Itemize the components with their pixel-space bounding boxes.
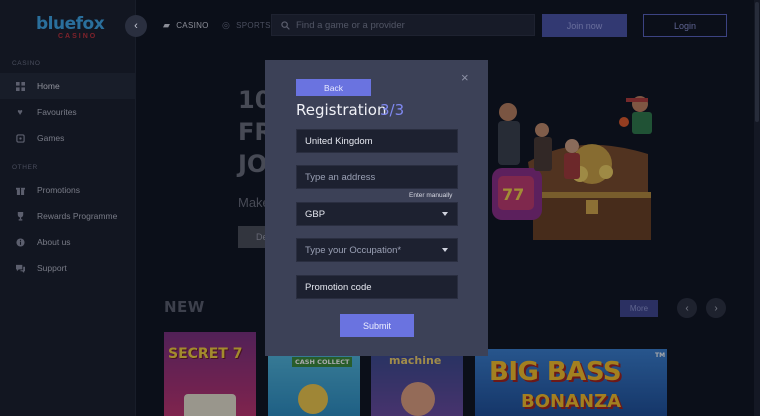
game-card-art bbox=[298, 384, 328, 414]
game-card-title: BIG BASS bbox=[489, 357, 622, 387]
sidebar-section-other: OTHER bbox=[12, 164, 38, 171]
sidebar-section-casino: CASINO bbox=[12, 60, 41, 67]
sidebar-item-label: Rewards Programme bbox=[37, 211, 118, 221]
sidebar-item-favourites[interactable]: ♥ Favourites bbox=[0, 99, 136, 125]
sidebar-item-rewards[interactable]: Rewards Programme bbox=[0, 203, 136, 229]
globe-icon: ◎ bbox=[222, 19, 231, 30]
occupation-input[interactable] bbox=[305, 244, 453, 256]
game-card-secret-7[interactable]: SECRET 7 bbox=[164, 332, 256, 416]
more-button[interactable]: More bbox=[620, 300, 658, 317]
carousel-prev-button[interactable]: ‹ bbox=[677, 298, 697, 318]
info-icon bbox=[15, 237, 25, 247]
sidebar-item-games[interactable]: Games bbox=[0, 125, 136, 151]
trophy-icon bbox=[15, 211, 25, 221]
sidebar-collapse-button[interactable]: ‹ bbox=[125, 15, 147, 37]
gift-icon bbox=[15, 185, 25, 195]
sidebar-item-label: Favourites bbox=[37, 107, 77, 117]
trademark-label: TM bbox=[655, 352, 666, 359]
chevron-left-icon: ‹ bbox=[134, 20, 138, 32]
logo[interactable]: bluefox CASINO bbox=[36, 14, 106, 48]
promo-code-field[interactable]: Promotion code bbox=[296, 275, 458, 299]
logo-subtext: CASINO bbox=[58, 33, 98, 40]
game-card-subtitle: BONANZA bbox=[521, 391, 622, 412]
sidebar-item-label: Support bbox=[37, 263, 67, 273]
chevron-left-icon: ‹ bbox=[685, 302, 689, 314]
currency-value: GBP bbox=[305, 208, 326, 220]
sidebar-item-label: About us bbox=[37, 237, 71, 247]
sidebar-item-promotions[interactable]: Promotions bbox=[0, 177, 136, 203]
search-input[interactable] bbox=[296, 19, 526, 31]
hero-headline-line-3: JO bbox=[238, 150, 268, 178]
sidebar-item-home[interactable]: Home bbox=[0, 73, 136, 99]
submit-button[interactable]: Submit bbox=[340, 314, 414, 337]
promo-code-label: Promotion code bbox=[305, 281, 372, 293]
address-input[interactable] bbox=[305, 171, 453, 183]
chat-icon bbox=[15, 263, 25, 273]
logo-text: bluefox bbox=[36, 14, 105, 34]
scrollbar-thumb[interactable] bbox=[755, 2, 759, 122]
back-button[interactable]: Back bbox=[296, 79, 371, 96]
game-card-title: CASH COLLECT bbox=[292, 357, 353, 367]
chevron-right-icon: › bbox=[714, 302, 718, 314]
close-icon[interactable]: × bbox=[461, 70, 469, 85]
step-indicator: 3/3 bbox=[380, 101, 405, 119]
carousel-next-button[interactable]: › bbox=[706, 298, 726, 318]
game-card-title: SECRET 7 bbox=[168, 346, 243, 362]
sidebar-item-label: Games bbox=[37, 133, 65, 143]
games-icon bbox=[15, 133, 25, 143]
currency-select[interactable]: GBP bbox=[296, 202, 458, 226]
occupation-select[interactable] bbox=[296, 238, 458, 262]
nav-sports[interactable]: ◎ SPORTS bbox=[222, 14, 271, 36]
chevron-down-icon bbox=[442, 212, 448, 216]
login-button[interactable]: Login bbox=[643, 14, 727, 37]
game-card-big-bass-bonanza[interactable]: BIG BASS BONANZA TM bbox=[475, 349, 667, 416]
enter-manually-link[interactable]: Enter manually bbox=[409, 192, 452, 199]
section-title-new: NEW bbox=[164, 298, 205, 316]
game-card-art bbox=[401, 382, 435, 416]
country-value: United Kingdom bbox=[305, 135, 373, 147]
svg-text:77: 77 bbox=[502, 185, 524, 204]
heart-icon: ♥ bbox=[17, 106, 23, 117]
chevron-down-icon bbox=[442, 248, 448, 252]
nav-casino-label: CASINO bbox=[176, 20, 209, 30]
grid-icon bbox=[15, 81, 25, 91]
sidebar-item-support[interactable]: Support bbox=[0, 255, 136, 281]
modal-title: Registration bbox=[296, 101, 387, 119]
nav-casino[interactable]: ▰ CASINO bbox=[163, 14, 209, 36]
search-bar[interactable] bbox=[271, 14, 535, 36]
game-card-art bbox=[184, 394, 236, 416]
country-select[interactable]: United Kingdom bbox=[296, 129, 458, 153]
sidebar-item-about[interactable]: About us bbox=[0, 229, 136, 255]
nav-sports-label: SPORTS bbox=[236, 20, 271, 30]
search-icon bbox=[281, 20, 290, 30]
sidebar: bluefox CASINO CASINO Home ♥ Favourites … bbox=[0, 0, 136, 416]
sidebar-item-label: Home bbox=[37, 81, 60, 91]
address-field[interactable] bbox=[296, 165, 458, 189]
sidebar-item-label: Promotions bbox=[37, 185, 80, 195]
join-now-button[interactable]: Join now bbox=[542, 14, 627, 37]
hero-illustration: 77 bbox=[488, 92, 660, 252]
casino-icon: ▰ bbox=[163, 19, 171, 30]
registration-modal: × Back Registration 3/3 United Kingdom E… bbox=[265, 60, 488, 356]
